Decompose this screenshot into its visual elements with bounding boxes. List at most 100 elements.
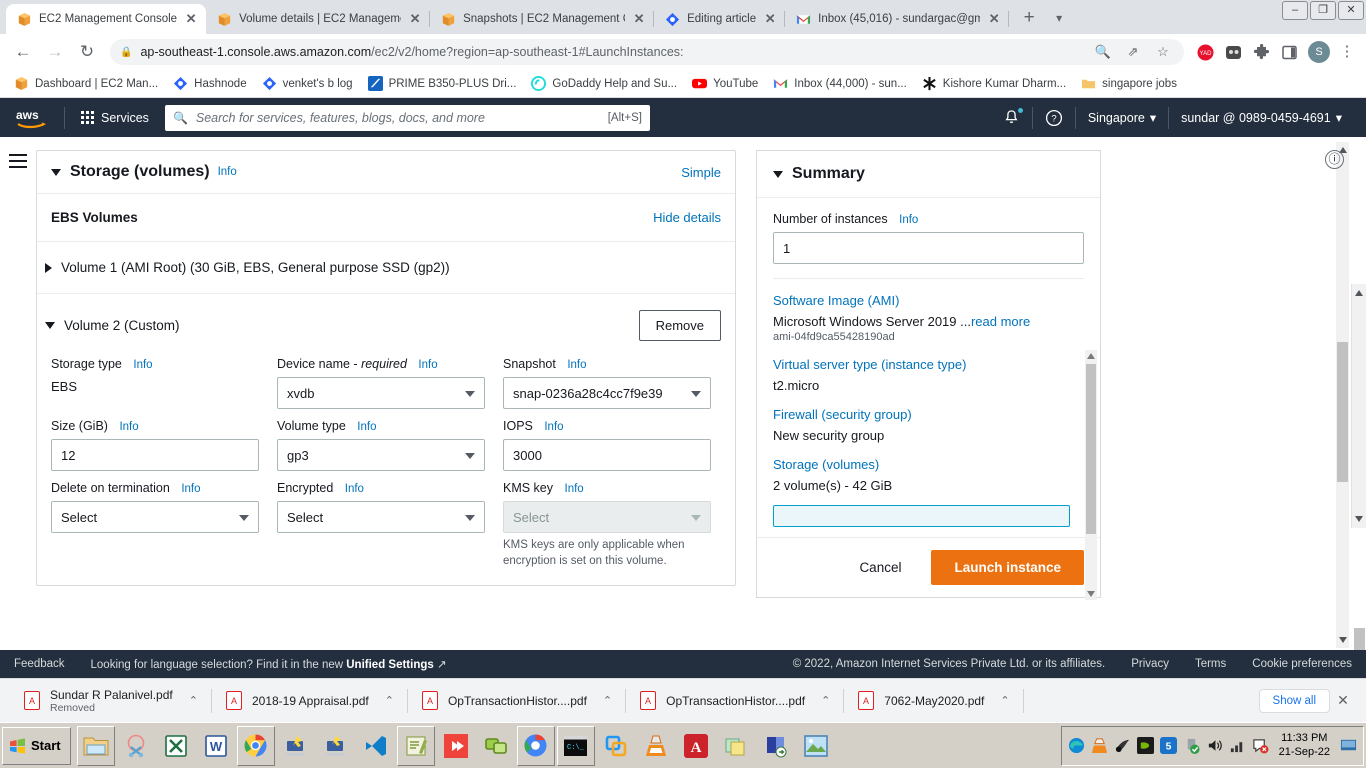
snapshot-select[interactable]: snap-0236a28c4cc7f9e39: [503, 377, 711, 409]
notifications-bell-icon[interactable]: [991, 98, 1032, 137]
file-explorer-icon[interactable]: [76, 725, 115, 766]
close-button[interactable]: ✕: [1338, 1, 1364, 20]
tab-search-chevron-icon[interactable]: ▾: [1045, 4, 1073, 32]
encrypted-select[interactable]: Select: [277, 501, 485, 533]
summary-focused-field[interactable]: [773, 505, 1070, 527]
reload-button[interactable]: ↻: [72, 37, 102, 67]
vmware-icon[interactable]: [596, 725, 635, 766]
bookmark-prime-b350[interactable]: PRIME B350-PLUS Dri...: [362, 73, 523, 94]
expand-caret-icon[interactable]: [45, 262, 52, 273]
aws-logo-icon[interactable]: aws: [12, 106, 54, 130]
hide-details-link[interactable]: Hide details: [653, 210, 721, 225]
network-bars-icon[interactable]: [1229, 737, 1246, 754]
forward-button[interactable]: →: [40, 37, 70, 67]
extension-dark-icon[interactable]: [1220, 39, 1246, 65]
chevron-up-icon[interactable]: ⌃: [821, 694, 830, 707]
download-item[interactable]: A Sundar R Palanivel.pdf Removed ⌃: [10, 683, 212, 719]
scroll-up-icon[interactable]: [1087, 353, 1095, 359]
bookmark-inbox-gmail[interactable]: Inbox (44,000) - sun...: [767, 73, 913, 94]
chrome-canary-icon[interactable]: [516, 725, 555, 766]
summary-item-key[interactable]: Software Image (AMI): [773, 293, 1084, 308]
volume-1-row[interactable]: Volume 1 (AMI Root) (30 GiB, EBS, Genera…: [37, 242, 735, 294]
vlc-icon[interactable]: [636, 725, 675, 766]
nvidia-icon[interactable]: [1136, 737, 1154, 754]
audio-tray-icon[interactable]: [1114, 737, 1131, 754]
tab-close-icon[interactable]: ✕: [184, 12, 198, 26]
region-selector[interactable]: Singapore ▾: [1076, 98, 1168, 137]
info-link[interactable]: Info: [181, 483, 200, 495]
yad-extension-icon[interactable]: YAD: [1192, 39, 1218, 65]
bookmark-venkets-blog[interactable]: venket's b log: [256, 73, 359, 94]
side-panel-icon[interactable]: [1276, 39, 1302, 65]
chrome-icon[interactable]: [236, 725, 275, 766]
close-downloads-shelf-icon[interactable]: ✕: [1330, 692, 1356, 709]
help-panel-icon[interactable]: ⓘ: [1325, 150, 1344, 169]
chevron-up-icon[interactable]: ⌃: [1000, 694, 1009, 707]
show-all-downloads-button[interactable]: Show all: [1258, 688, 1330, 713]
browser-page-scrollbar[interactable]: [1351, 284, 1366, 768]
collapse-caret-icon[interactable]: [45, 322, 55, 329]
browser-tab-0[interactable]: EC2 Management Console ✕: [6, 4, 207, 34]
vlc-tray-icon[interactable]: [1091, 737, 1108, 754]
iops-input[interactable]: [503, 439, 711, 471]
scroll-down-icon[interactable]: [1087, 591, 1095, 597]
chevron-up-icon[interactable]: ⌃: [189, 694, 198, 707]
share-icon[interactable]: ⇗: [1122, 41, 1144, 63]
help-question-icon[interactable]: ?: [1033, 98, 1075, 137]
taskbar-clock[interactable]: 11:33 PM 21-Sep-22: [1279, 732, 1330, 760]
summary-item-key[interactable]: Virtual server type (instance type): [773, 357, 1084, 372]
console-inner-scrollbar[interactable]: [1336, 142, 1349, 648]
summary-item-key[interactable]: Storage (volumes): [773, 457, 1084, 472]
scroll-down-icon[interactable]: [1355, 516, 1363, 522]
bookmark-singapore-jobs[interactable]: singapore jobs: [1075, 73, 1183, 94]
tab-close-icon[interactable]: ✕: [408, 12, 422, 26]
info-link[interactable]: Info: [544, 421, 563, 433]
size-input[interactable]: [51, 439, 259, 471]
remote-desktop-2-icon[interactable]: [316, 725, 355, 766]
site-lock-icon[interactable]: 🔒: [120, 47, 132, 58]
bookmark-kishore-kumar[interactable]: Kishore Kumar Dharm...: [916, 73, 1072, 94]
search-icon[interactable]: 🔍: [1092, 41, 1114, 63]
start-button[interactable]: Start: [2, 726, 71, 765]
smadav-icon[interactable]: 5: [1159, 737, 1177, 754]
cancel-button[interactable]: Cancel: [849, 552, 911, 583]
anydesk-icon[interactable]: [436, 725, 475, 766]
scrollbar-thumb[interactable]: [1337, 342, 1348, 482]
rdp-manager-icon[interactable]: [756, 725, 795, 766]
chrome-menu-icon[interactable]: ⋮: [1336, 43, 1358, 61]
feedback-link[interactable]: Feedback: [14, 658, 65, 670]
chevron-up-icon[interactable]: ⌃: [385, 694, 394, 707]
chevron-up-icon[interactable]: ⌃: [603, 694, 612, 707]
snipping-tool-icon[interactable]: [116, 725, 155, 766]
info-link[interactable]: Info: [565, 483, 584, 495]
browser-tab-3[interactable]: Editing article ✕: [654, 4, 786, 34]
usb-safe-icon[interactable]: [1183, 737, 1200, 754]
number-of-instances-input[interactable]: [773, 232, 1084, 264]
edge-icon[interactable]: [1068, 737, 1085, 754]
notepadpp-icon[interactable]: [396, 725, 435, 766]
collapse-caret-icon[interactable]: [51, 168, 61, 176]
aws-search-input[interactable]: 🔍 Search for services, features, blogs, …: [164, 104, 650, 131]
bookmark-star-icon[interactable]: ☆: [1152, 41, 1174, 63]
download-item[interactable]: A OpTransactionHistor....pdf ⌃: [626, 683, 845, 719]
download-item[interactable]: A 7062-May2020.pdf ⌃: [844, 683, 1024, 719]
excel-icon[interactable]: [156, 725, 195, 766]
profile-avatar[interactable]: S: [1308, 41, 1330, 63]
terms-link[interactable]: Terms: [1195, 658, 1226, 670]
photos-icon[interactable]: [796, 725, 835, 766]
minimize-button[interactable]: –: [1282, 1, 1308, 20]
privacy-link[interactable]: Privacy: [1131, 658, 1169, 670]
vscode-icon[interactable]: [356, 725, 395, 766]
read-more-link[interactable]: read more: [971, 314, 1030, 329]
services-menu-button[interactable]: Services: [75, 107, 155, 129]
download-item[interactable]: A 2018-19 Appraisal.pdf ⌃: [212, 683, 408, 719]
filezilla-icon[interactable]: [476, 725, 515, 766]
new-tab-button[interactable]: +: [1015, 5, 1043, 33]
nav-toggle-icon[interactable]: [9, 154, 27, 648]
address-bar[interactable]: 🔒 ap-southeast-1.console.aws.amazon.com/…: [110, 39, 1184, 65]
tab-close-icon[interactable]: ✕: [632, 12, 646, 26]
scroll-up-icon[interactable]: [1355, 290, 1363, 296]
cookie-preferences-link[interactable]: Cookie preferences: [1252, 658, 1352, 670]
download-item[interactable]: A OpTransactionHistor....pdf ⌃: [408, 683, 627, 719]
info-link[interactable]: Info: [345, 483, 364, 495]
